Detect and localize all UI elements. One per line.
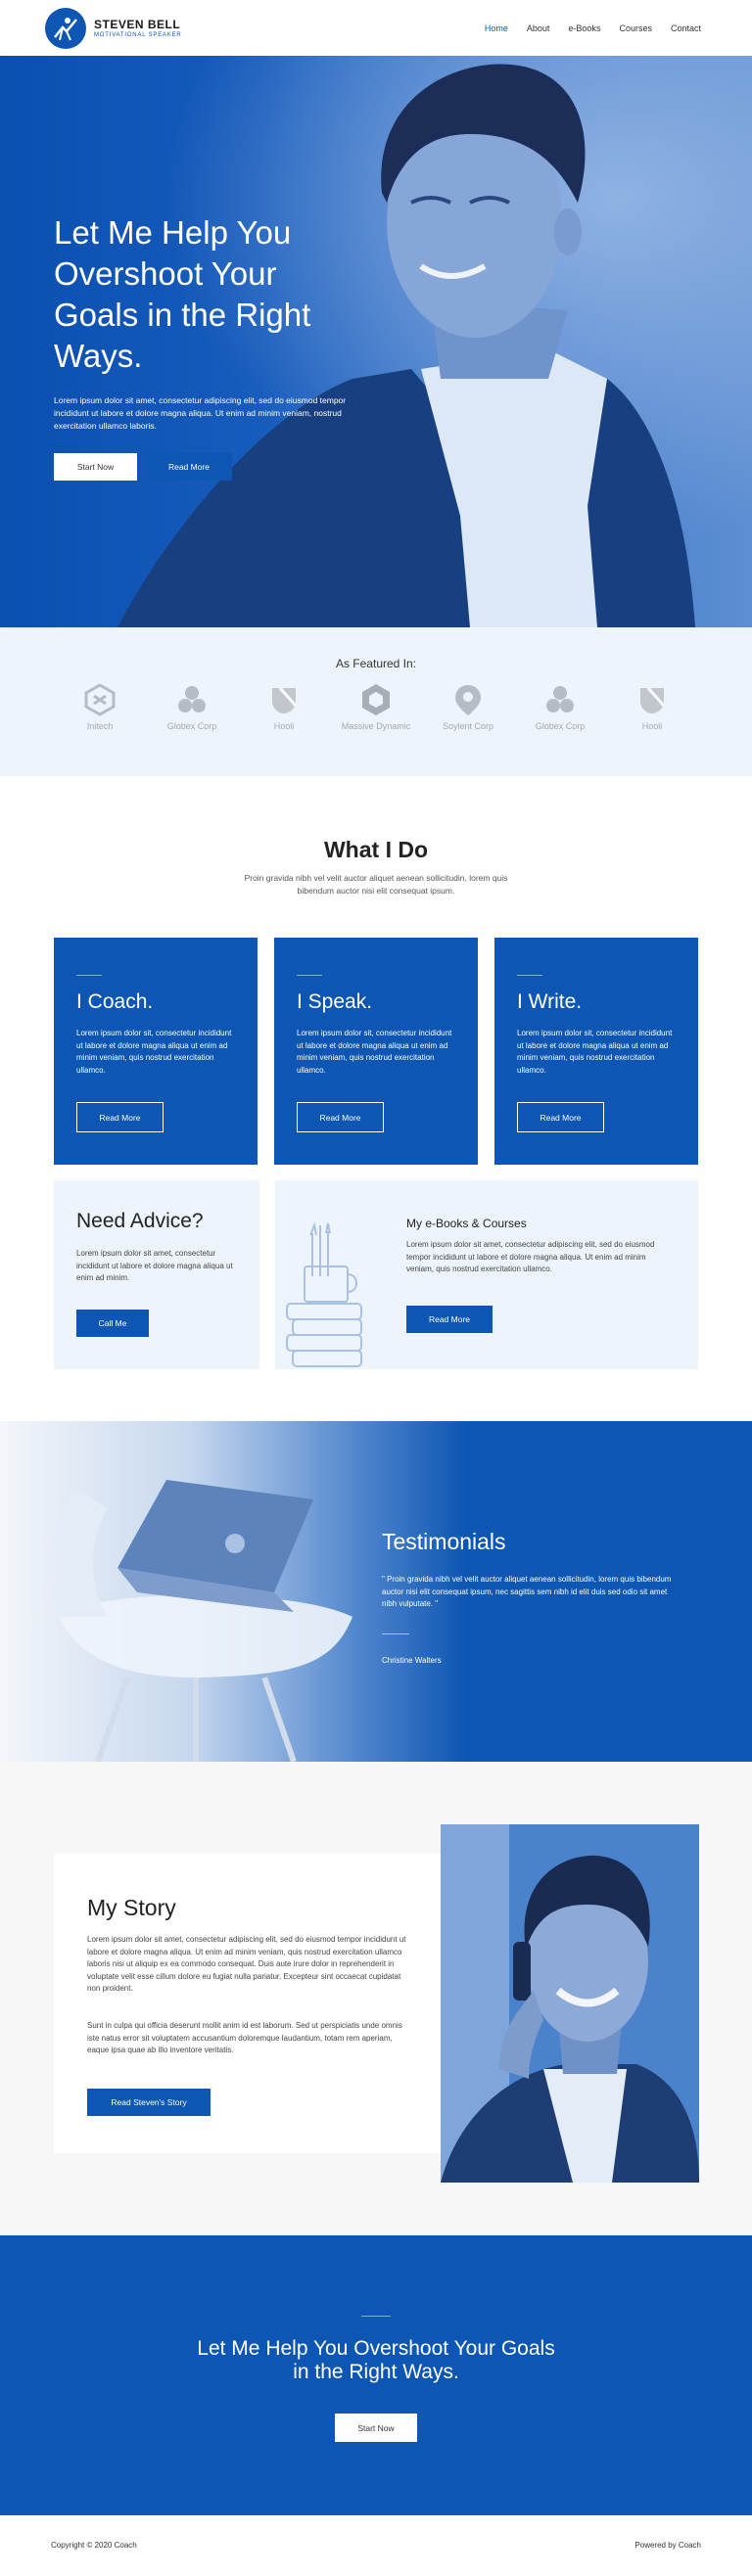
service-text: Lorem ipsum dolor sit, consectetur incid… [76,1029,232,1075]
ebooks-title: My e-Books & Courses [406,1217,527,1230]
service-title: I Write. [517,990,583,1013]
cta-title: Let Me Help You Overshoot Your Goals in … [197,2337,555,2383]
speak-read-more-button[interactable]: Read More [297,1102,384,1132]
start-now-button[interactable]: Start Now [54,453,137,481]
featured-logo-initech: Initech [61,682,139,731]
service-card-write: I Write. Lorem ipsum dolor sit, consecte… [494,938,698,1165]
read-stevens-story-button[interactable]: Read Steven's Story [87,2089,211,2116]
my-story-section: My Story Lorem ipsum dolor sit amet, con… [0,1762,752,2235]
powered-by-text: Powered by Coach [634,2541,701,2550]
ebooks-text: Lorem ipsum dolor sit amet, consectetur … [406,1240,655,1273]
need-advice-card: Need Advice? Lorem ipsum dolor sit amet,… [54,1180,259,1369]
site-footer: Copyright © 2020 Coach Powered by Coach [0,2515,752,2576]
hero-description: Lorem ipsum dolor sit amet, consectetur … [54,395,347,431]
story-paragraph-2: Sunt in culpa qui officia deserunt molli… [87,2021,402,2054]
testimonial-author: Christine Walters [382,1656,442,1665]
service-card-coach: I Coach. Lorem ipsum dolor sit, consecte… [54,938,258,1165]
hero-title: Let Me Help You Overshoot Your Goals in … [54,214,311,374]
read-more-button[interactable]: Read More [146,453,232,481]
featured-title: As Featured In: [335,657,417,670]
story-title: My Story [87,1895,176,1920]
cta-start-now-button[interactable]: Start Now [335,2414,417,2442]
logo-icon [45,7,86,49]
service-title: I Speak. [297,990,373,1013]
ebooks-read-more-button[interactable]: Read More [406,1306,493,1333]
nav-ebooks[interactable]: e-Books [568,23,600,33]
featured-logo-hooli-2: Hooli [613,682,691,731]
copyright-text: Copyright © 2020 Coach [51,2541,137,2550]
divider [297,975,322,976]
story-card: My Story Lorem ipsum dolor sit amet, con… [54,1854,442,2153]
nav-courses[interactable]: Courses [619,23,652,33]
featured-logo-soylent: Soylent Corp [429,682,507,731]
cta-section: Let Me Help You Overshoot Your Goals in … [0,2235,752,2515]
featured-logo-hooli: Hooli [245,682,323,731]
books-and-pencils-icon [286,1221,362,1367]
service-text: Lorem ipsum dolor sit, consectetur incid… [517,1029,673,1075]
advice-text: Lorem ipsum dolor sit amet, consectetur … [76,1249,233,1282]
featured-logo-massive-dynamic: Massive Dynamic [337,682,415,731]
laptop-on-chair-image [48,1480,352,1762]
brand-tagline: MOTIVATIONAL SPEAKER [94,32,182,38]
nav-home[interactable]: Home [485,23,508,33]
what-i-do-subtitle: Proin gravida nibh vel velit auctor aliq… [244,873,508,896]
site-header: STEVEN BELL MOTIVATIONAL SPEAKER Home Ab… [0,0,752,56]
brand-name: STEVEN BELL [94,18,181,31]
divider [76,975,102,976]
ebooks-card: My e-Books & Courses Lorem ipsum dolor s… [275,1180,698,1369]
call-me-button[interactable]: Call Me [76,1310,149,1337]
story-paragraph-1: Lorem ipsum dolor sit amet, consectetur … [87,1935,406,1993]
divider [361,2316,391,2317]
testimonials-title: Testimonials [382,1529,506,1554]
featured-logo-globex-2: Globex Corp [521,682,599,731]
write-read-more-button[interactable]: Read More [517,1102,604,1132]
testimonial-quote: " Proin gravida nibh vel velit auctor al… [382,1575,672,1608]
divider [517,975,542,976]
nav-about[interactable]: About [527,23,550,33]
story-portrait-image [441,1824,699,2183]
coach-read-more-button[interactable]: Read More [76,1102,164,1132]
service-card-speak: I Speak. Lorem ipsum dolor sit, consecte… [274,938,478,1165]
divider [382,1633,409,1634]
what-i-do-title: What I Do [323,837,429,862]
hero-section: Let Me Help You Overshoot Your Goals in … [0,56,752,627]
nav-contact[interactable]: Contact [671,23,701,33]
featured-logo-globex: Globex Corp [153,682,231,731]
testimonials-section: Testimonials " Proin gravida nibh vel ve… [0,1421,752,1762]
featured-section: As Featured In: Initech Globex Corp Hool… [0,627,752,776]
service-text: Lorem ipsum dolor sit, consectetur incid… [297,1029,452,1075]
logo[interactable]: STEVEN BELL MOTIVATIONAL SPEAKER [45,7,182,49]
service-title: I Coach. [76,990,154,1013]
main-nav: Home About e-Books Courses Contact [485,23,701,33]
advice-title: Need Advice? [76,1210,204,1232]
